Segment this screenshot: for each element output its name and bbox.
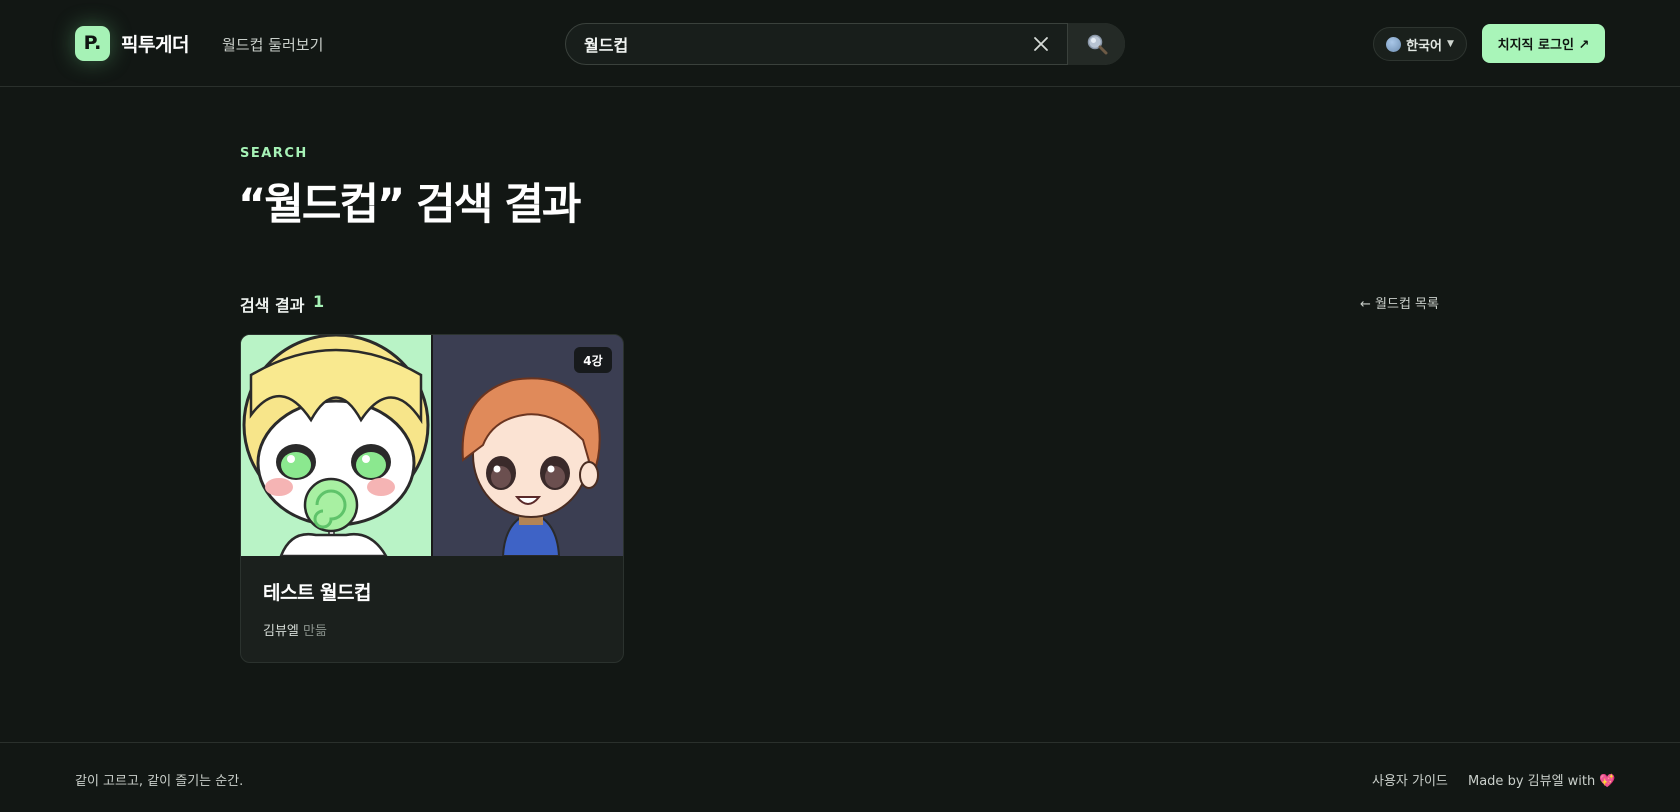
close-icon — [1034, 37, 1048, 51]
chevron-down-icon: ▼ — [1446, 39, 1454, 49]
language-selector[interactable]: 한국어 ▼ — [1373, 27, 1467, 61]
author-suffix: 만듦 — [303, 624, 327, 639]
result-label: 검색 결과 — [240, 296, 305, 315]
footer-credit: Made by 김뷰엘 with 💖 — [1468, 774, 1616, 789]
card-author: 김뷰엘 만듦 — [263, 620, 327, 639]
search-input[interactable] — [566, 24, 1026, 64]
result-count: 1 — [313, 292, 325, 311]
footer-user-guide-link[interactable]: 사용자 가이드 — [1372, 770, 1448, 789]
search-button[interactable] — [1067, 23, 1125, 65]
worldcup-card[interactable]: 4강 테스트 월드컵 김뷰엘 만듦 — [240, 334, 624, 663]
clear-search-button[interactable] — [1030, 33, 1052, 55]
footer: 같이 고르고, 같이 즐기는 순간. 사용자 가이드 Made by 김뷰엘 w… — [0, 742, 1680, 812]
back-to-list-link[interactable]: ← 월드컵 목록 — [1360, 293, 1439, 312]
card-thumbnail: 4강 — [241, 335, 623, 556]
author-name: 김뷰엘 — [263, 624, 299, 639]
thumbnail-image-left — [241, 335, 431, 556]
logo-text[interactable]: 픽투게더 — [121, 31, 189, 59]
rounds-badge: 4강 — [574, 347, 612, 373]
nav-browse-worldcups[interactable]: 월드컵 둘러보기 — [222, 33, 323, 57]
footer-tagline: 같이 고르고, 같이 즐기는 순간. — [75, 774, 244, 789]
top-header: P. 픽투게더 월드컵 둘러보기 한국어 ▼ 치지직 로그인 ↗ — [0, 0, 1680, 87]
search-icon — [1087, 34, 1107, 55]
login-button[interactable]: 치지직 로그인 ↗ — [1482, 24, 1605, 63]
page-title: “월드컵” 검색 결과 — [238, 180, 581, 230]
section-eyebrow: SEARCH — [240, 146, 308, 161]
card-title: 테스트 월드컵 — [263, 582, 372, 604]
logo-icon[interactable]: P. — [75, 26, 110, 61]
globe-icon — [1386, 36, 1402, 52]
language-label: 한국어 — [1406, 38, 1442, 54]
logo-glyph: P. — [83, 32, 102, 54]
